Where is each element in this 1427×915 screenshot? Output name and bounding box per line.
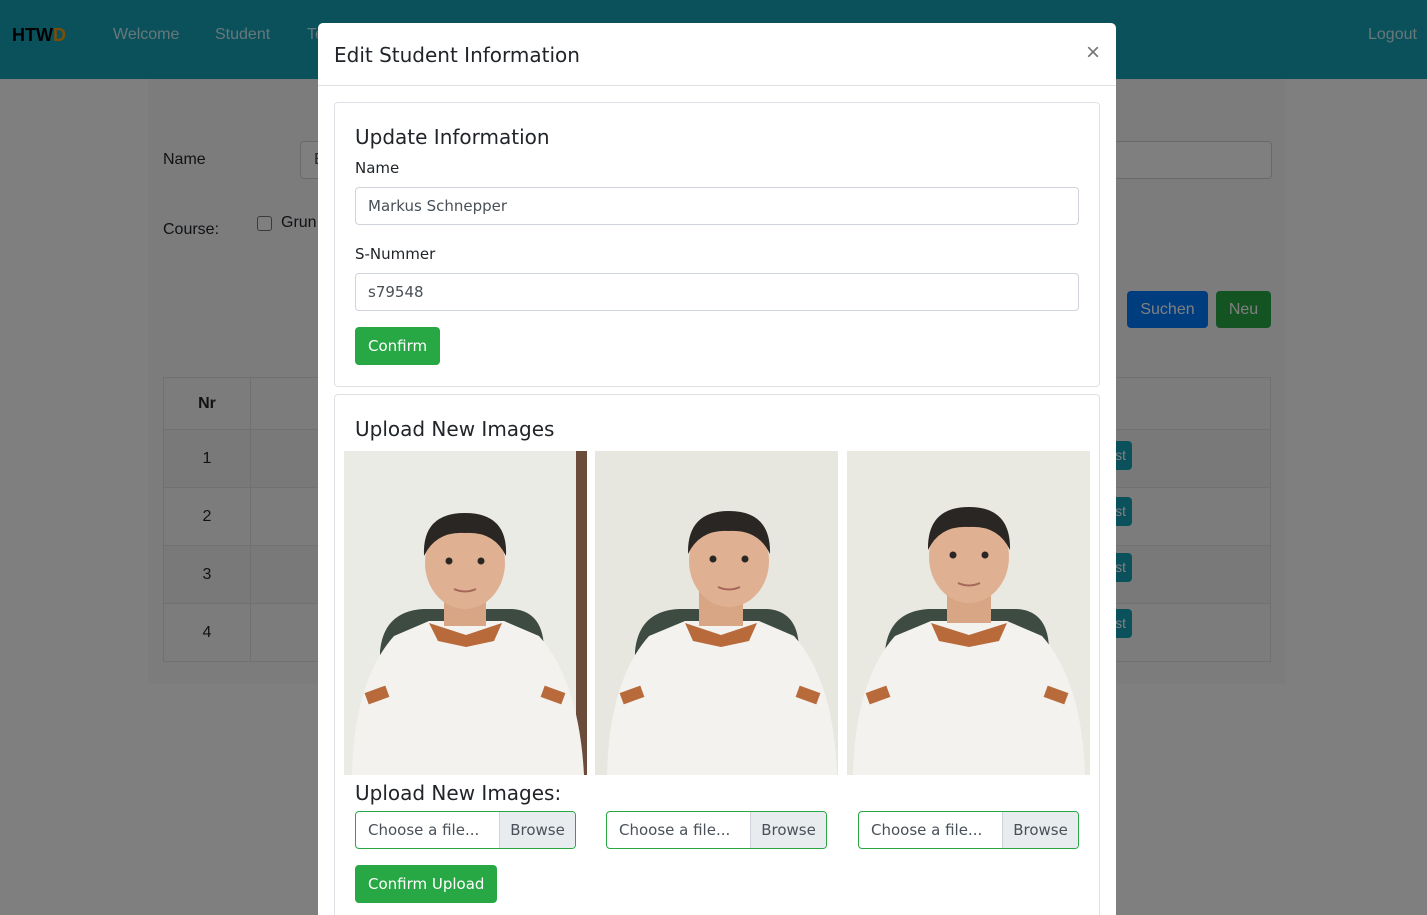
student-photo-1 (344, 451, 587, 775)
update-info-title: Update Information (355, 125, 550, 149)
confirm-upload-button[interactable]: Confirm Upload (355, 865, 498, 903)
upload-images-panel: Upload New Images Upload New Images: Cho… (334, 394, 1100, 915)
browse-button[interactable]: Browse (499, 812, 575, 848)
close-icon[interactable]: × (1086, 39, 1100, 67)
snummer-field[interactable] (355, 273, 1079, 311)
file-input-placeholder[interactable]: Choose a file... (356, 812, 499, 848)
file-input-placeholder[interactable]: Choose a file... (859, 812, 1002, 848)
name-field[interactable] (355, 187, 1079, 225)
file-input-2[interactable]: Choose a file... Browse (606, 811, 827, 849)
name-field-label: Name (355, 159, 400, 177)
confirm-button[interactable]: Confirm (355, 327, 441, 365)
browse-button[interactable]: Browse (1002, 812, 1078, 848)
student-photo-2 (595, 451, 838, 775)
upload-images-subtitle: Upload New Images: (355, 781, 562, 805)
student-photo-3 (847, 451, 1090, 775)
upload-images-title: Upload New Images (355, 417, 555, 441)
file-input-3[interactable]: Choose a file... Browse (858, 811, 1079, 849)
file-input-placeholder[interactable]: Choose a file... (607, 812, 750, 848)
browse-button[interactable]: Browse (750, 812, 826, 848)
snummer-field-label: S-Nummer (355, 245, 436, 263)
file-input-1[interactable]: Choose a file... Browse (355, 811, 576, 849)
modal-header: Edit Student Information × (318, 23, 1116, 86)
update-info-panel: Update Information Name S-Nummer Confirm (334, 102, 1100, 387)
edit-student-modal: Edit Student Information × Update Inform… (318, 23, 1116, 915)
modal-title: Edit Student Information (334, 43, 580, 67)
